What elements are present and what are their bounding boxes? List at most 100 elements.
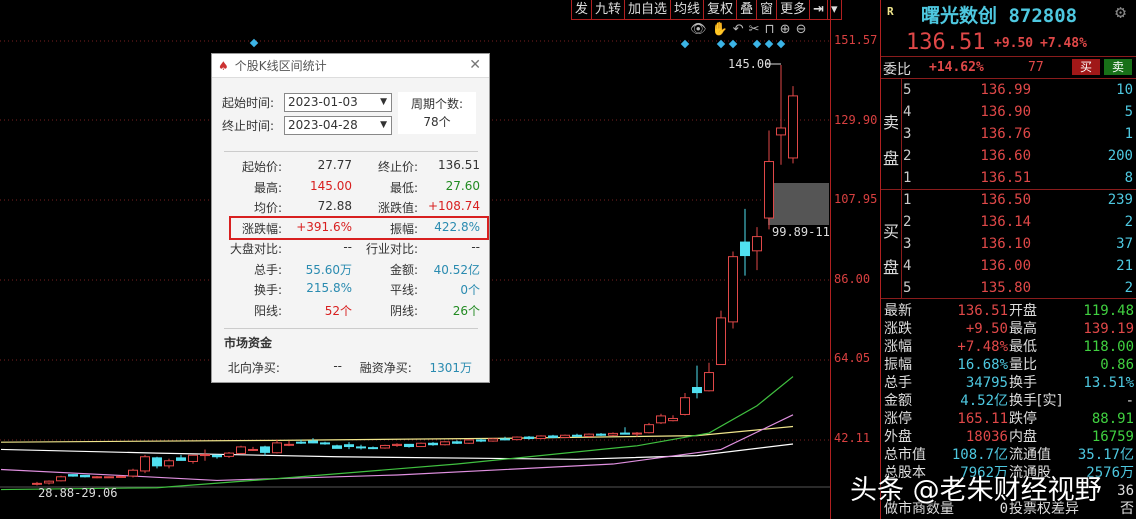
stat-label: 量比 — [1009, 357, 1037, 373]
eye-icon[interactable]: 👁 — [690, 22, 707, 37]
lock-icon[interactable]: ⊓ — [765, 22, 775, 37]
toolbar-fa[interactable]: 发 — [571, 0, 591, 20]
level: 1 — [903, 192, 912, 208]
hand-icon[interactable]: ✋ — [712, 22, 728, 37]
stat-label: 总手 — [884, 375, 912, 391]
stock-name: 曙光数创 872808 — [921, 5, 1078, 27]
candle-body — [116, 475, 126, 478]
price-change-pct: +7.48% — [1040, 36, 1087, 51]
candle-body — [320, 442, 330, 445]
stat-value: -- — [471, 240, 480, 254]
volume: 5 — [1124, 104, 1133, 120]
stat-label: 均价: — [253, 201, 282, 215]
sell-side-char: 盘 — [883, 149, 900, 168]
zoom-out-icon[interactable]: ⊖ — [796, 22, 807, 37]
stat-value: 27.77 — [317, 158, 352, 172]
candle-body — [68, 474, 78, 477]
last-price: 136.51 — [906, 30, 986, 55]
stat-row: 阳线: 52个 阴线: 26个 — [220, 302, 480, 319]
start-time-value: 2023-01-03 — [288, 95, 358, 109]
stat-label: 最高 — [1009, 321, 1037, 337]
toolbar-more[interactable]: 更多 — [776, 0, 809, 20]
candle-body — [692, 386, 702, 394]
candle-body — [764, 161, 774, 219]
candle-body — [416, 442, 426, 448]
bid-row[interactable]: 1 136.50 239 — [901, 189, 1133, 211]
dialog-titlebar[interactable]: ♠ 个股K线区间统计 — [212, 54, 489, 78]
stat-value: 16759 — [1091, 429, 1134, 445]
sell-side-char: 卖 — [883, 113, 900, 132]
sell-side-label: 卖盘 — [883, 105, 899, 177]
candle-body — [656, 415, 666, 424]
bid-row[interactable]: 3 136.10 37 — [901, 233, 1133, 255]
toolbar-jiuzhuan[interactable]: 九转 — [591, 0, 624, 20]
gear-icon[interactable]: ⚙ — [1115, 2, 1126, 23]
stat-label: 平线: — [389, 283, 418, 297]
candle-body — [440, 441, 450, 446]
weicha-value: 77 — [1028, 60, 1044, 75]
end-time-select[interactable]: 2023-04-28 ▼ — [284, 116, 392, 135]
stat-label: 最新 — [884, 303, 912, 319]
stat-row: 换手: 215.8% 平线: 0个 — [220, 281, 480, 298]
candle-body — [680, 397, 690, 415]
stat-label: 行业对比: — [365, 242, 418, 256]
candle-body — [620, 432, 630, 435]
start-time-select[interactable]: 2023-01-03 ▼ — [284, 93, 392, 112]
scissors-icon[interactable]: ✂ — [749, 22, 760, 37]
divider — [881, 56, 1136, 57]
toolbar-adjust[interactable]: 复权 — [703, 0, 736, 20]
divider — [881, 189, 1136, 190]
candle-body — [548, 435, 558, 438]
bid-row[interactable]: 2 136.14 2 — [901, 211, 1133, 233]
stat-value: 139.19 — [1083, 321, 1134, 337]
quote-stat-row: 总市值 108.7亿 流通值 35.17亿 — [884, 446, 1136, 464]
candle-body — [608, 432, 618, 436]
price: 136.99 — [980, 82, 1031, 98]
stat-value: 36 — [1117, 483, 1134, 499]
stat-value: 0.86 — [1100, 357, 1134, 373]
level: 2 — [903, 148, 912, 164]
chevron-down-icon[interactable]: ▾ — [827, 0, 842, 20]
stat-value: 否 — [1120, 501, 1134, 517]
bid-row[interactable]: 5 135.80 2 — [901, 277, 1133, 299]
stat-label: 换手: — [253, 283, 282, 297]
close-icon[interactable]: ✕ — [469, 57, 481, 73]
stat-value: +108.74 — [427, 199, 480, 213]
buy-button[interactable]: 买 — [1072, 59, 1100, 75]
undo-icon[interactable]: ↶ — [733, 22, 744, 37]
stat-value: 35.17亿 — [1077, 447, 1134, 463]
toolbar-window[interactable]: 窗 — [756, 0, 776, 20]
ask-row[interactable]: 3 136.76 1 — [901, 123, 1133, 145]
candle-body — [476, 439, 486, 442]
price: 136.14 — [980, 214, 1031, 230]
zoom-in-icon[interactable]: ⊕ — [780, 22, 791, 37]
stat-value: 88.91 — [1091, 411, 1134, 427]
sell-button[interactable]: 卖 — [1104, 59, 1132, 75]
exit-icon[interactable]: ⇥ — [809, 0, 827, 20]
stat-value: 40.52亿 — [433, 262, 480, 277]
candle-body — [776, 127, 786, 136]
ask-row[interactable]: 4 136.90 5 — [901, 101, 1133, 123]
stat-value: 26个 — [452, 303, 480, 318]
margin-net-buy-label: 融资净买: — [359, 361, 412, 375]
candle-body — [752, 236, 762, 252]
stat-value: 136.51 — [438, 158, 480, 172]
bid-row[interactable]: 4 136.00 21 — [901, 255, 1133, 277]
divider — [224, 328, 478, 329]
divider — [224, 151, 478, 152]
toolbar-overlay[interactable]: 叠 — [736, 0, 756, 20]
ask-row[interactable]: 1 136.51 8 — [901, 167, 1133, 189]
candle-body — [224, 452, 234, 457]
stat-label: 内盘 — [1009, 429, 1037, 445]
y-tick-label: 42.11 — [834, 431, 871, 445]
toolbar-add-watchlist[interactable]: 加自选 — [624, 0, 670, 20]
candle-body — [560, 434, 570, 438]
candle-body — [332, 445, 342, 449]
stat-value: 165.11 — [957, 411, 1008, 427]
toolbar-ma[interactable]: 均线 — [670, 0, 703, 20]
candle-body — [632, 432, 642, 435]
stat-row: 均价: 72.88 涨跌值: +108.74 — [220, 199, 480, 216]
ask-row[interactable]: 5 136.99 10 — [901, 79, 1133, 101]
selection-box — [768, 183, 829, 225]
ask-row[interactable]: 2 136.60 200 — [901, 145, 1133, 167]
